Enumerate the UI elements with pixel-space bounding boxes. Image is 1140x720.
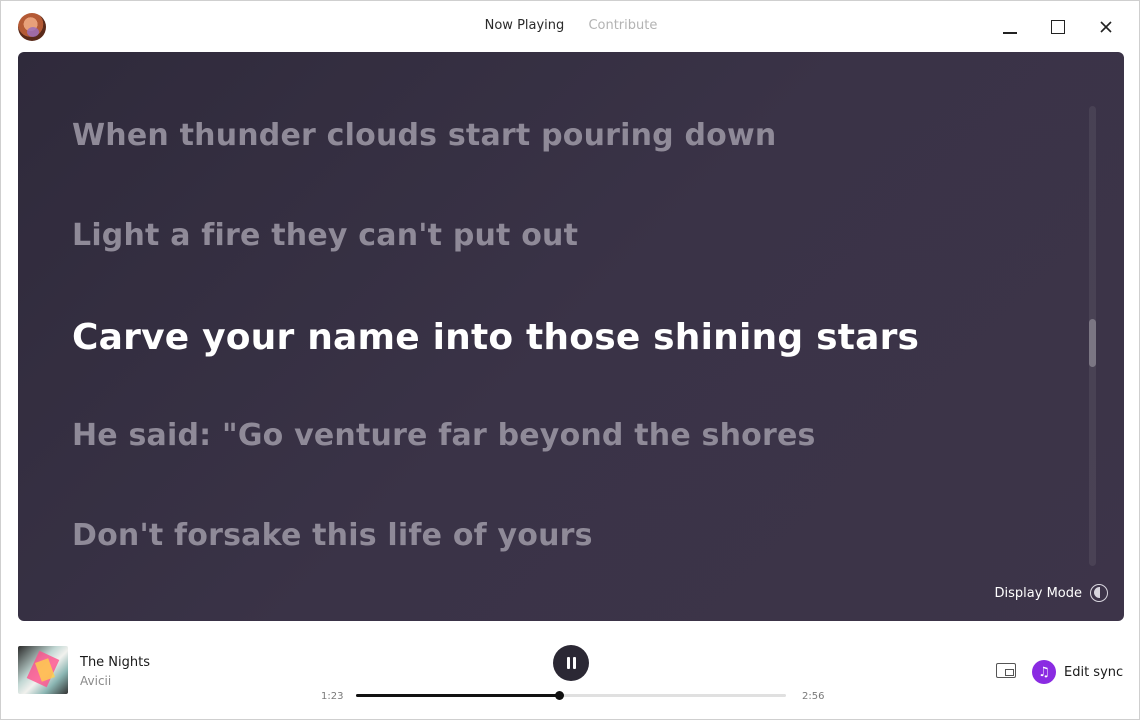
lyric-line[interactable]: When thunder clouds start pouring down <box>72 118 776 153</box>
lyrics-panel: When thunder clouds start pouring down L… <box>18 52 1124 621</box>
tab-contribute[interactable]: Contribute <box>588 18 657 33</box>
maximize-button[interactable] <box>1046 15 1070 39</box>
current-time: 1:23 <box>321 691 344 702</box>
album-cover[interactable] <box>18 646 68 694</box>
display-mode-button[interactable]: Display Mode <box>995 584 1108 602</box>
lyric-line[interactable]: Don't forsake this life of yours <box>72 518 593 553</box>
music-note-icon: ♫ <box>1032 660 1056 684</box>
play-pause-button[interactable] <box>553 645 589 681</box>
song-artist[interactable]: Avicii <box>80 674 111 688</box>
tab-now-playing[interactable]: Now Playing <box>485 18 565 33</box>
miniplayer-icon[interactable] <box>996 663 1016 678</box>
pause-icon <box>566 657 570 669</box>
half-circle-icon <box>1090 584 1108 602</box>
lyric-line[interactable]: He said: "Go venture far beyond the shor… <box>72 418 816 453</box>
edit-sync-button[interactable]: ♫ Edit sync <box>1032 660 1123 684</box>
progress-fill <box>356 694 559 697</box>
header-tabs: Now Playing Contribute <box>1 18 1140 33</box>
lyric-line[interactable]: Light a fire they can't put out <box>72 218 578 253</box>
display-mode-label: Display Mode <box>994 585 1082 601</box>
scrollbar-thumb[interactable] <box>1089 319 1096 367</box>
maximize-icon <box>1051 20 1065 34</box>
lyric-line-active[interactable]: Carve your name into those shining stars <box>72 317 919 358</box>
minimize-button[interactable] <box>998 15 1022 39</box>
progress-slider[interactable] <box>356 691 786 700</box>
lyrics-scrollbar[interactable] <box>1089 106 1096 566</box>
minimize-icon <box>1003 32 1017 34</box>
total-time: 2:56 <box>802 691 825 702</box>
song-title: The Nights <box>80 655 151 670</box>
progress-knob[interactable] <box>555 691 564 700</box>
close-button[interactable] <box>1094 15 1118 39</box>
edit-sync-label: Edit sync <box>1064 664 1124 680</box>
app-window: Now Playing Contribute When thunder clou… <box>0 0 1140 720</box>
close-icon <box>1100 21 1112 33</box>
